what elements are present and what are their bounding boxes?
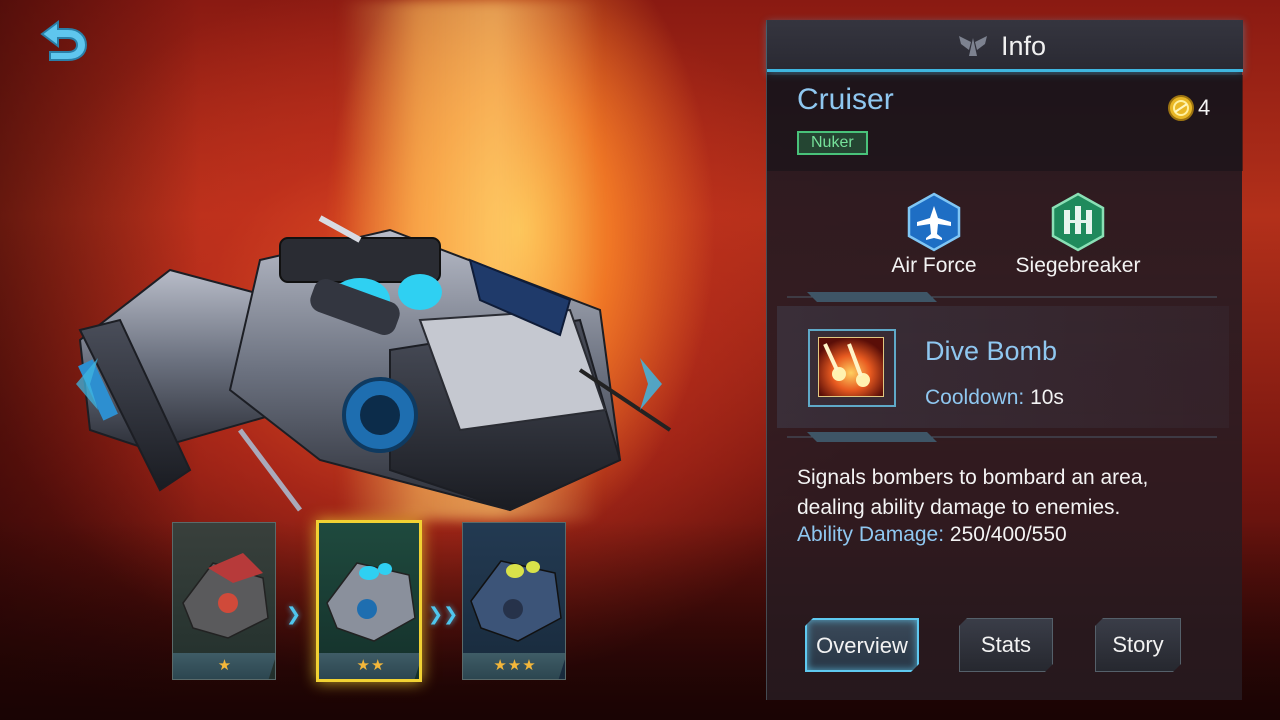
skill-name: Dive Bomb (925, 336, 1058, 366)
wings-emblem-icon (959, 36, 987, 56)
jet-icon (907, 192, 961, 252)
evolution-card-1[interactable]: ★ (172, 522, 276, 680)
skill-cooldown: Cooldown: 10s (925, 386, 1064, 410)
evolution-card-2[interactable]: ★★ (316, 520, 422, 682)
evolution-double-chevron-icon: ❯❯ (428, 604, 459, 624)
info-title: Info (1001, 31, 1047, 61)
cost-value: 4 (1198, 95, 1211, 120)
hero-cost: 4 (1167, 93, 1210, 123)
star-rating: ★★★ (463, 653, 565, 679)
star-rating: ★★ (319, 653, 419, 679)
dive-bomb-skill-icon[interactable] (805, 326, 899, 410)
hero-summary: Cruiser Nuker 4 (767, 75, 1243, 171)
info-header: Info (767, 20, 1243, 72)
ability-damage: Ability Damage: 250/400/550 (797, 523, 1067, 547)
fortress-icon (1051, 192, 1105, 252)
role-badge: Nuker (797, 131, 868, 155)
tab-stats[interactable]: Stats (959, 618, 1053, 672)
cooldown-label: Cooldown: (925, 386, 1025, 409)
cooldown-value: 10s (1030, 386, 1064, 409)
section-divider (787, 432, 1217, 442)
trait-label: Siegebreaker (1015, 254, 1141, 277)
evolution-card-3[interactable]: ★★★ (462, 522, 566, 680)
gold-coin-icon (1168, 95, 1194, 121)
ship-illustration (78, 215, 672, 512)
next-ship-arrow[interactable] (634, 354, 668, 414)
star-rating: ★ (173, 653, 275, 679)
trait-label: Air Force (891, 254, 977, 277)
info-panel: Info Cruiser Nuker 4 Air Force Siegebrea… (766, 20, 1243, 700)
evolution-chevron-icon: ❯ (286, 604, 302, 624)
ability-damage-label: Ability Damage: (797, 523, 945, 546)
skill-description: Signals bombers to bombard an area, deal… (797, 466, 1149, 519)
hero-name: Cruiser (797, 83, 894, 116)
ship-tier-2-thumbnail (326, 562, 416, 642)
back-button[interactable] (28, 16, 92, 68)
trait-siegebreaker[interactable]: Siegebreaker (998, 192, 1158, 278)
ship-tier-3-thumbnail (470, 560, 562, 642)
previous-ship-arrow[interactable] (70, 354, 104, 414)
tab-story[interactable]: Story (1095, 618, 1181, 672)
back-arrow-icon (40, 20, 88, 61)
ship-tier-1-thumbnail (182, 553, 269, 639)
ability-damage-value: 250/400/550 (949, 523, 1067, 546)
tab-overview[interactable]: Overview (805, 618, 919, 672)
skill-section: Dive Bomb Cooldown: 10s (777, 306, 1229, 428)
trait-air-force[interactable]: Air Force (854, 192, 1014, 278)
section-divider (787, 292, 1217, 302)
